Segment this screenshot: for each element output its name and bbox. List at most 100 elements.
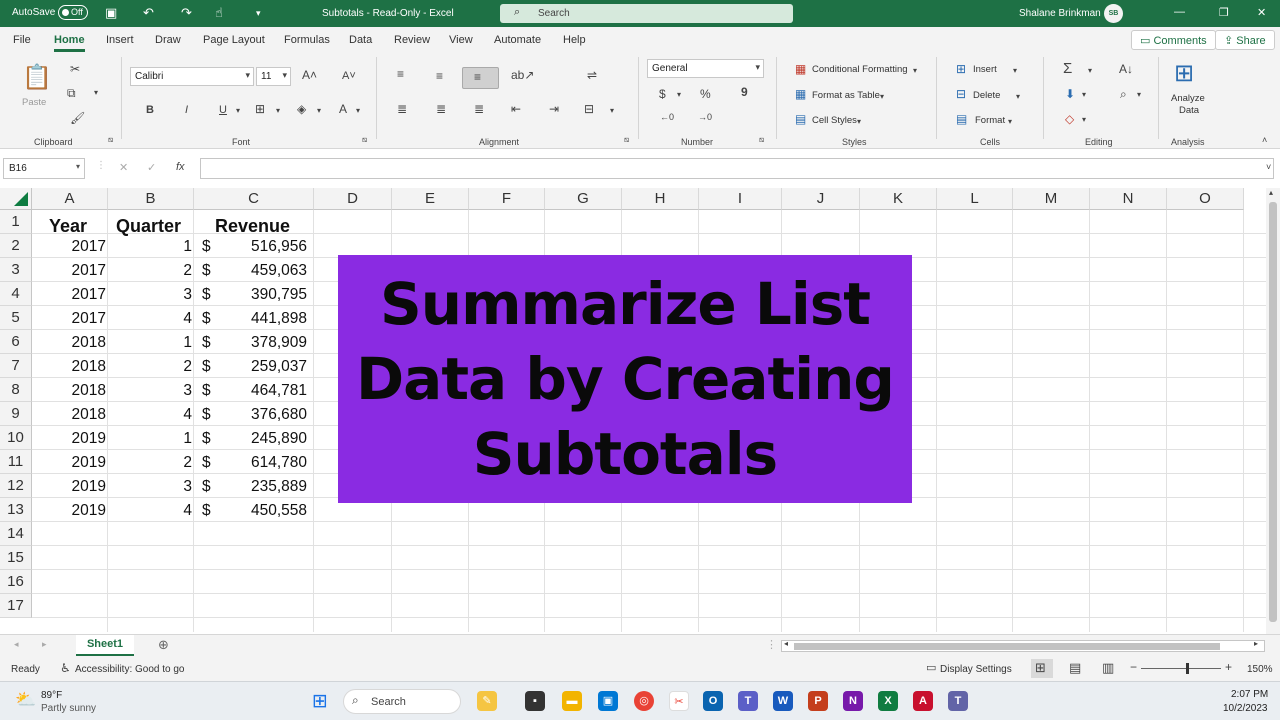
zoom-slider-handle[interactable]	[1186, 663, 1189, 674]
horizontal-scrollbar[interactable]: ◂ ▸	[781, 639, 1265, 652]
cell-currency[interactable]: $	[202, 427, 211, 451]
onenote-icon[interactable]: N	[843, 691, 863, 711]
cell-quarter[interactable]: 4	[112, 499, 192, 523]
task-view-icon[interactable]: ▪	[525, 691, 545, 711]
cell-currency[interactable]: $	[202, 403, 211, 427]
fill-icon[interactable]: ⬇	[1065, 87, 1075, 101]
format-as-table-button[interactable]: Format as Table	[812, 90, 880, 101]
expand-formula-icon[interactable]: ˅	[1266, 162, 1271, 172]
column-header-m[interactable]: M	[1013, 188, 1090, 210]
cell-revenue[interactable]: 245,890	[220, 427, 307, 451]
clear-dropdown-icon[interactable]: ▾	[1082, 115, 1086, 124]
scroll-right-icon[interactable]: ▸	[1254, 639, 1258, 648]
merge-center-icon[interactable]: ⊟	[584, 102, 594, 116]
underline-button[interactable]: U	[219, 104, 227, 116]
decrease-font-icon[interactable]: A˅	[342, 70, 356, 82]
cell-quarter[interactable]: 2	[112, 355, 192, 379]
column-header-c[interactable]: C	[194, 188, 314, 210]
column-header-g[interactable]: G	[545, 188, 622, 210]
row-header[interactable]: 14	[0, 522, 32, 546]
cell-currency[interactable]: $	[202, 355, 211, 379]
font-size-select[interactable]: 11 ▾	[256, 67, 291, 86]
start-icon[interactable]: ⊞	[312, 690, 328, 713]
merge-dropdown-icon[interactable]: ▾	[610, 106, 614, 115]
tab-formulas[interactable]: Formulas	[284, 34, 330, 46]
row-header[interactable]: 13	[0, 498, 32, 522]
cell-revenue[interactable]: 259,037	[220, 355, 307, 379]
confirm-entry-icon[interactable]: ✓	[147, 161, 156, 174]
cell-revenue[interactable]: 450,558	[220, 499, 307, 523]
zoom-slider[interactable]	[1141, 668, 1221, 669]
cell-year[interactable]: 2019	[36, 475, 106, 499]
tab-insert[interactable]: Insert	[106, 34, 134, 46]
cell-quarter[interactable]: 1	[112, 331, 192, 355]
cancel-entry-icon[interactable]: ✕	[119, 161, 128, 174]
column-header-l[interactable]: L	[937, 188, 1013, 210]
scroll-up-icon[interactable]: ▴	[1269, 188, 1273, 197]
scroll-left-icon[interactable]: ◂	[784, 639, 788, 648]
next-sheet-icon[interactable]: ▸	[42, 639, 47, 650]
tab-data[interactable]: Data	[349, 34, 372, 46]
cell-revenue[interactable]: 614,780	[220, 451, 307, 475]
fill-color-dropdown-icon[interactable]: ▾	[317, 106, 321, 115]
collapse-ribbon-icon[interactable]: ˄	[1262, 135, 1267, 145]
align-right-icon[interactable]: ≣	[474, 102, 484, 116]
borders-icon[interactable]: ⊞	[255, 102, 265, 116]
delete-cells-button[interactable]: Delete	[973, 90, 1000, 101]
row-header[interactable]: 16	[0, 570, 32, 594]
cell-year[interactable]: 2018	[36, 379, 106, 403]
page-layout-view-icon[interactable]: ▤	[1069, 660, 1081, 676]
font-color-dropdown-icon[interactable]: ▾	[356, 106, 360, 115]
row-header[interactable]: 1	[0, 210, 32, 234]
cell-styles-button[interactable]: Cell Styles	[812, 115, 857, 126]
cell-year[interactable]: 2019	[36, 451, 106, 475]
share-button[interactable]: ⇪ Share	[1215, 30, 1275, 50]
name-box[interactable]: B16 ▾	[3, 158, 85, 179]
find-dropdown-icon[interactable]: ▾	[1137, 90, 1141, 99]
powerpoint-icon[interactable]: P	[808, 691, 828, 711]
search-box[interactable]: ⌕ Search	[500, 4, 793, 23]
column-header-n[interactable]: N	[1090, 188, 1167, 210]
fill-color-icon[interactable]: ◈	[297, 102, 306, 116]
cell-revenue[interactable]: 459,063	[220, 259, 307, 283]
percent-button[interactable]: %	[700, 87, 711, 101]
cell-quarter[interactable]: 3	[112, 379, 192, 403]
decrease-decimal-icon[interactable]: →0	[698, 112, 712, 122]
cell-quarter[interactable]: 2	[112, 451, 192, 475]
cell-revenue[interactable]: 441,898	[220, 307, 307, 331]
cell-year[interactable]: 2018	[36, 355, 106, 379]
cell-quarter[interactable]: 3	[112, 283, 192, 307]
cell-currency[interactable]: $	[202, 235, 211, 259]
number-launcher-icon[interactable]: ⧅	[759, 135, 764, 145]
weather-icon[interactable]: ⛅	[15, 690, 36, 710]
orientation-icon[interactable]: ab↗	[511, 68, 534, 82]
analyze-data-label-1[interactable]: Analyze	[1171, 93, 1205, 104]
sort-filter-icon[interactable]: A↓	[1119, 62, 1133, 76]
cell-year[interactable]: 2018	[36, 403, 106, 427]
tab-view[interactable]: View	[449, 34, 473, 46]
column-header-o[interactable]: O	[1167, 188, 1244, 210]
column-header-i[interactable]: I	[699, 188, 782, 210]
teams-icon[interactable]: T	[738, 691, 758, 711]
font-name-select[interactable]: Calibri ▾	[130, 67, 254, 86]
paste-icon[interactable]: 📋	[22, 63, 52, 92]
page-break-view-icon[interactable]: ▥	[1102, 660, 1114, 676]
user-name[interactable]: Shalane Brinkman	[1019, 8, 1101, 19]
increase-indent-icon[interactable]: ⇥	[549, 102, 559, 116]
row-header[interactable]: 6	[0, 330, 32, 354]
zoom-in-icon[interactable]: +	[1225, 660, 1232, 674]
tab-automate[interactable]: Automate	[494, 34, 541, 46]
bold-button[interactable]: B	[146, 104, 154, 116]
display-settings-icon[interactable]: ▭	[926, 661, 936, 674]
select-all-button[interactable]	[0, 188, 32, 210]
column-header-b[interactable]: B	[108, 188, 194, 210]
scroll-thumb[interactable]	[794, 643, 1220, 650]
row-header[interactable]: 15	[0, 546, 32, 570]
chevron-down-icon[interactable]: ▾	[1008, 117, 1012, 126]
save-icon[interactable]: ▣	[105, 5, 117, 21]
cell-revenue[interactable]: 376,680	[220, 403, 307, 427]
sheet-tab-sheet1[interactable]: Sheet1	[76, 635, 134, 656]
cell-currency[interactable]: $	[202, 379, 211, 403]
copy-dropdown-icon[interactable]: ▾	[94, 88, 98, 97]
cell-year[interactable]: 2019	[36, 427, 106, 451]
